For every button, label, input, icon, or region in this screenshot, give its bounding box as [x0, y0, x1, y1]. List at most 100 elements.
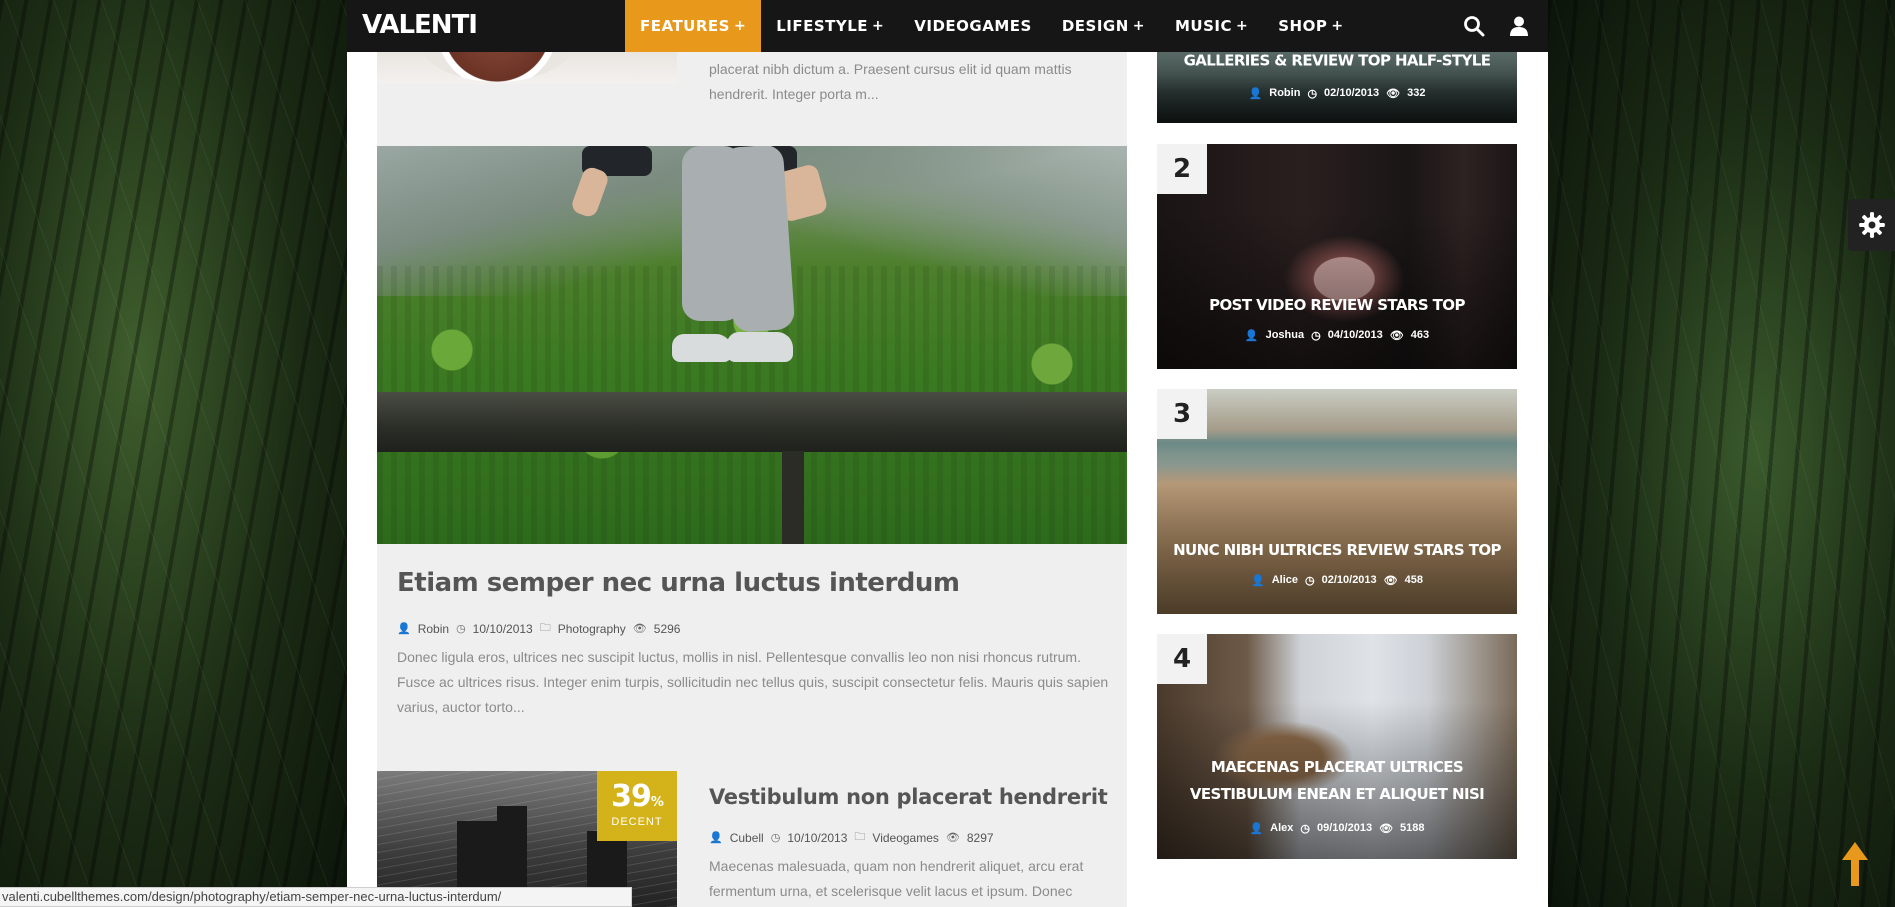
featured-post-title[interactable]: Etiam semper nec urna luctus interdum — [397, 568, 960, 598]
card-meta: 👤 Alex ◷ 09/10/2013 👁 5188 — [1157, 822, 1517, 835]
nav-label: LIFESTYLE — [776, 17, 869, 35]
clock-icon: ◷ — [1311, 330, 1321, 342]
card-author: Robin — [1269, 87, 1301, 99]
main-column: placerat nibh dictum a. Praesent cursus … — [377, 52, 1127, 907]
eye-icon: 👁 — [1383, 575, 1398, 587]
rank-badge: 3 — [1157, 389, 1207, 439]
folder-icon: 🗀 — [539, 622, 551, 634]
card-author: Alex — [1270, 822, 1294, 834]
sidebar-card-2[interactable]: 2 POST VIDEO REVIEW STARS TOP 👤 Joshua ◷ 0… — [1157, 144, 1517, 369]
site-logo[interactable]: VALENTI — [362, 10, 478, 40]
nav-plus: + — [733, 18, 747, 34]
leg-right — [720, 146, 796, 333]
browser-status-url: valenti.cubellthemes.com/design/photogra… — [0, 887, 632, 907]
nav-plus: + — [1236, 18, 1249, 34]
post-author[interactable]: Robin — [418, 622, 449, 636]
previous-post-thumbnail[interactable] — [377, 52, 677, 84]
post-views: 5296 — [653, 621, 681, 636]
card-author: Joshua — [1265, 329, 1305, 341]
clock-icon: ◷ — [770, 832, 781, 844]
eye-icon: 👁 — [945, 832, 960, 844]
card-meta: 👤 Robin ◷ 02/10/2013 👁 332 — [1157, 87, 1517, 100]
card-views: 5188 — [1400, 822, 1425, 834]
user-icon: 👤 — [1248, 88, 1263, 100]
featured-post-image[interactable] — [377, 146, 1127, 544]
card-author: Alice — [1271, 574, 1298, 586]
clock-icon: ◷ — [1305, 575, 1315, 587]
search-icon[interactable] — [1462, 14, 1486, 38]
sidebar-card-3[interactable]: 3 NUNC NIBH ULTRICES REVIEW STARS TOP 👤 A… — [1157, 389, 1517, 614]
nav-label: SHOP — [1278, 17, 1328, 35]
post-category[interactable]: Videogames — [872, 831, 939, 845]
user-icon: 👤 — [397, 623, 411, 635]
back-to-top-arrow-icon[interactable] — [1840, 840, 1870, 888]
card-title: GALLERIES & REVIEW TOP HALF-STYLE — [1183, 52, 1491, 70]
second-post-meta: 👤 Cubell ◷ 10/10/2013 🗀 Videogames 👁 829… — [709, 828, 994, 847]
wooden-rail — [377, 392, 1127, 452]
eye-icon: 👁 — [1379, 823, 1394, 835]
user-icon: 👤 — [1251, 575, 1265, 587]
score-value: 39% — [611, 779, 664, 814]
card-title: POST VIDEO REVIEW STARS TOP — [1209, 296, 1465, 314]
nav-label: VIDEOGAMES — [914, 17, 1032, 35]
card-meta: 👤 Joshua ◷ 04/10/2013 👁 463 — [1157, 329, 1517, 342]
sidebar-card-1[interactable]: GALLERIES & REVIEW TOP HALF-STYLE 👤 Robin… — [1157, 52, 1517, 123]
nav-label: MUSIC — [1175, 17, 1232, 35]
forest-background-left — [0, 0, 347, 907]
nav-plus: + — [872, 18, 885, 34]
eye-icon: 👁 — [1386, 88, 1401, 100]
nav-item-videogames[interactable]: VIDEOGAMES — [899, 0, 1047, 52]
post-author[interactable]: Cubell — [730, 831, 764, 845]
post-category[interactable]: Photography — [558, 622, 626, 636]
clock-icon: ◷ — [1300, 823, 1311, 835]
nav-item-music[interactable]: MUSIC + — [1160, 0, 1263, 52]
folder-icon: 🗀 — [854, 831, 866, 843]
user-icon: 👤 — [709, 832, 723, 844]
sneaker-left — [672, 334, 732, 362]
card-views: 463 — [1410, 329, 1430, 341]
main-nav: FEATURES + LIFESTYLE + VIDEOGAMES DESIGN + … — [625, 0, 1359, 52]
second-post-excerpt: Maecenas malesuada, quam non hendrerit a… — [709, 858, 1084, 899]
forest-background-right — [1548, 0, 1895, 907]
gear-icon — [1858, 212, 1885, 238]
sneaker-right — [727, 332, 793, 362]
user-icon[interactable] — [1507, 14, 1531, 38]
user-icon: 👤 — [1244, 330, 1259, 342]
card-date: 09/10/2013 — [1317, 822, 1373, 834]
nav-plus: + — [1331, 18, 1344, 34]
featured-post-excerpt: Donec ligula eros, ultrices nec suscipit… — [397, 649, 1109, 715]
previous-post-excerpt: placerat nibh dictum a. Praesent cursus … — [709, 61, 1072, 102]
food-bowl-image — [417, 52, 577, 82]
second-post-title[interactable]: Vestibulum non placerat hendrerit — [709, 785, 1108, 809]
eye-icon: 👁 — [1389, 330, 1404, 342]
nav-item-lifestyle[interactable]: LIFESTYLE + — [761, 0, 899, 52]
nav-item-features[interactable]: FEATURES + — [625, 0, 762, 52]
post-date: 10/10/2013 — [787, 830, 848, 845]
score-label: DECENT — [611, 816, 663, 828]
review-score-badge: 39% DECENT — [597, 771, 677, 841]
nav-label: DESIGN — [1061, 17, 1129, 35]
post-date: 10/10/2013 — [472, 621, 533, 636]
eye-icon: 👁 — [632, 623, 647, 635]
card-views: 458 — [1404, 574, 1423, 586]
rank-badge: 2 — [1157, 144, 1207, 194]
clock-icon: ◷ — [456, 623, 466, 635]
card-date: 02/10/2013 — [1324, 87, 1380, 99]
sidebar-card-4[interactable]: 4 MAECENAS PLACERAT ULTRICES VESTIBULUM … — [1157, 634, 1517, 859]
nav-plus: + — [1132, 18, 1145, 34]
post-views: 8297 — [966, 830, 994, 845]
featured-post-meta: 👤 Robin ◷ 10/10/2013 🗀 Photography 👁 529… — [397, 619, 680, 638]
card-views: 332 — [1407, 87, 1426, 99]
card-meta: 👤 Alice ◷ 02/10/2013 👁 458 — [1157, 574, 1517, 587]
card-title: MAECENAS PLACERAT ULTRICES VESTIBULUM EN… — [1189, 758, 1485, 803]
style-switcher-tab[interactable] — [1848, 199, 1895, 251]
nav-label: FEATURES — [640, 17, 730, 35]
card-date: 04/10/2013 — [1327, 329, 1383, 341]
nav-item-design[interactable]: DESIGN + — [1047, 0, 1160, 52]
card-title: NUNC NIBH ULTRICES REVIEW STARS TOP — [1173, 541, 1501, 559]
rank-badge: 4 — [1157, 634, 1207, 684]
rail-post — [782, 451, 804, 544]
user-icon: 👤 — [1249, 823, 1264, 835]
card-date: 02/10/2013 — [1321, 574, 1377, 586]
nav-item-shop[interactable]: SHOP + — [1263, 0, 1358, 52]
